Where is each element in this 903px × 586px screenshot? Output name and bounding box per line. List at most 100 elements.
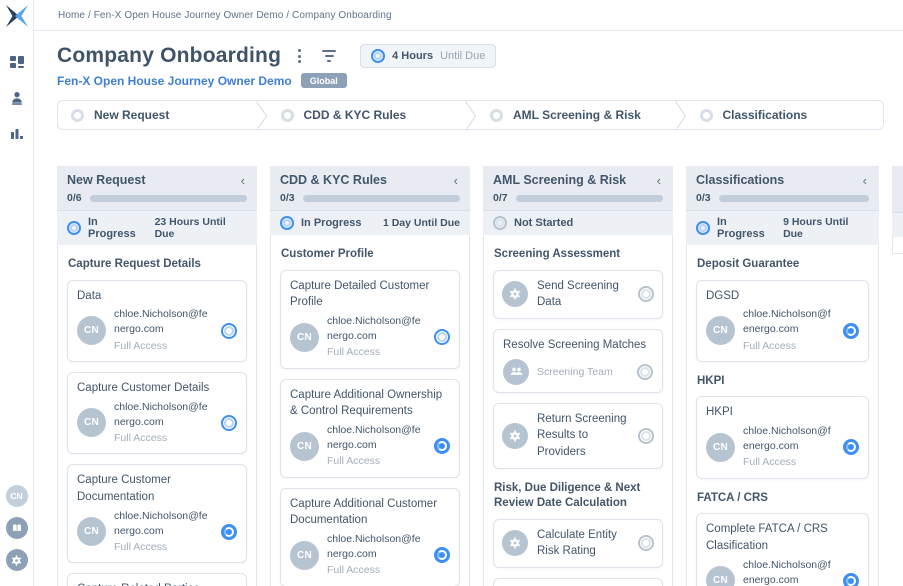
column-body: Customer Profile Capture Detailed Custome… — [270, 235, 470, 586]
user-icon[interactable] — [9, 90, 25, 106]
status-label: Not Started — [514, 217, 573, 229]
system-task-card[interactable]: Calculate Entity Risk Rating — [493, 519, 663, 568]
team-icon — [503, 359, 529, 385]
in-progress-icon[interactable] — [280, 216, 294, 230]
fenx-logo-icon[interactable] — [4, 4, 30, 28]
assignee-avatar: CN — [77, 408, 106, 437]
collapse-column-button[interactable]: ‹ — [452, 174, 460, 187]
access-level: Full Access — [114, 339, 213, 354]
section-label: Customer Profile — [281, 247, 459, 263]
journey-link[interactable]: Fen-X Open House Journey Owner Demo — [57, 74, 292, 88]
task-status-icon[interactable] — [638, 428, 654, 444]
in-progress-icon[interactable] — [67, 221, 81, 235]
task-card[interactable]: Complete FATCA / CRS ClasificationCNchlo… — [696, 513, 869, 586]
stepper-step-aml-screening-risk[interactable]: AML Screening & Risk — [477, 101, 674, 129]
breadcrumb[interactable]: Home / Fen-X Open House Journey Owner De… — [58, 10, 392, 21]
system-task-card[interactable]: Return Screening Results to Providers — [493, 403, 663, 469]
access-level: Full Access — [114, 431, 213, 446]
settings-gear-icon[interactable] — [6, 549, 28, 571]
task-card[interactable]: DataCNchloe.Nicholson@fenergo.comFull Ac… — [67, 280, 247, 362]
column-classifications: Classifications‹0/3In Progress9 Hours Un… — [686, 166, 879, 586]
stepper-step-new-request[interactable]: New Request — [58, 101, 255, 129]
access-level: Full Access — [327, 345, 426, 360]
task-status-icon[interactable] — [843, 573, 859, 586]
dashboard-icon[interactable] — [9, 54, 25, 70]
column-body — [892, 237, 903, 254]
assignee-email: chloe.Nicholson@fenergo.com — [743, 424, 835, 454]
task-status-icon[interactable] — [637, 364, 653, 380]
assignee-avatar: CN — [77, 316, 106, 345]
system-task-card[interactable]: Send Screening Data — [493, 270, 663, 319]
section-label: FATCA / CRS — [697, 491, 868, 507]
collapse-column-button[interactable]: ‹ — [861, 174, 869, 187]
assignee-avatar: CN — [706, 316, 735, 345]
collapse-column-button[interactable]: ‹ — [655, 174, 663, 187]
assignee-avatar: CN — [290, 541, 319, 570]
task-card[interactable]: Capture Related PartiesCNchloe.Nicholson… — [67, 573, 247, 586]
column-status-row: In Progress 23 Hours Until Due — [57, 210, 257, 245]
task-card[interactable]: HKPICNchloe.Nicholson@fenergo.comFull Ac… — [696, 396, 869, 478]
column-partial — [892, 166, 903, 254]
column-aml-screening-risk: AML Screening & Risk‹0/7Not StartedScree… — [483, 166, 673, 586]
more-options-icon[interactable] — [295, 46, 304, 66]
task-status-icon[interactable] — [221, 415, 237, 431]
due-countdown: 9 Hours Until Due — [783, 216, 869, 240]
column-status-row: Not Started — [483, 210, 673, 235]
user-avatar[interactable]: CN — [6, 485, 28, 507]
not-started-icon[interactable] — [493, 216, 507, 230]
chevron-separator-icon — [255, 101, 268, 129]
assignee-email: chloe.Nicholson@fenergo.com — [114, 400, 213, 430]
task-title: HKPI — [706, 404, 859, 421]
system-task-card[interactable]: Calculate Due Diligence — [493, 578, 663, 586]
task-card[interactable]: DGSDCNchloe.Nicholson@fenergo.comFull Ac… — [696, 280, 869, 362]
task-status-icon[interactable] — [221, 524, 237, 540]
task-status-icon[interactable] — [434, 438, 450, 454]
column-cdd-kyc-rules: CDD & KYC Rules‹0/3In Progress1 Day Unti… — [270, 166, 470, 586]
due-countdown: 23 Hours Until Due — [155, 216, 247, 240]
status-label: In Progress — [88, 216, 148, 240]
task-status-icon[interactable] — [434, 329, 450, 345]
gear-icon — [502, 530, 528, 556]
bar-chart-icon[interactable] — [9, 126, 25, 142]
in-progress-icon — [371, 49, 385, 63]
step-label: CDD & KYC Rules — [304, 108, 407, 122]
task-card[interactable]: Capture Customer DetailsCNchloe.Nicholso… — [67, 372, 247, 454]
progress-bar — [90, 195, 247, 202]
stage-board: New Request‹0/6In Progress23 Hours Until… — [34, 130, 903, 586]
gear-icon — [502, 423, 528, 449]
section-label: Screening Assessment — [494, 247, 662, 263]
status-label: In Progress — [301, 217, 362, 229]
task-title: Capture Detailed Customer Profile — [290, 278, 450, 311]
task-card[interactable]: Capture Detailed Customer ProfileCNchloe… — [280, 270, 460, 369]
task-status-icon[interactable] — [843, 323, 859, 339]
task-status-icon[interactable] — [638, 535, 654, 551]
stepper-step-classifications[interactable]: Classifications — [687, 101, 884, 129]
progress-bar — [719, 195, 869, 202]
in-progress-icon[interactable] — [696, 221, 710, 235]
assignee-email: chloe.Nicholson@fenergo.com — [327, 423, 426, 453]
team-task-card[interactable]: Resolve Screening MatchesScreening Team — [493, 329, 663, 393]
task-title: Complete FATCA / CRS Clasification — [706, 521, 859, 554]
progress-count: 0/3 — [696, 192, 711, 204]
access-level: Full Access — [327, 454, 426, 469]
task-status-icon[interactable] — [434, 547, 450, 563]
task-card[interactable]: Capture Additional Customer Documentatio… — [280, 488, 460, 586]
column-status-row — [892, 212, 903, 237]
filter-icon[interactable] — [320, 48, 338, 64]
task-title: Capture Customer Documentation — [77, 472, 237, 505]
assignee-avatar: CN — [706, 433, 735, 462]
stepper-step-cdd-kyc-rules[interactable]: CDD & KYC Rules — [268, 101, 465, 129]
assignee-email: chloe.Nicholson@fenergo.com — [114, 307, 213, 337]
knowledge-book-icon[interactable] — [6, 517, 28, 539]
collapse-column-button[interactable]: ‹ — [239, 174, 247, 187]
gear-icon — [502, 281, 528, 307]
assignee-email: chloe.Nicholson@fenergo.com — [327, 532, 426, 562]
task-status-icon[interactable] — [221, 323, 237, 339]
task-card[interactable]: Capture Additional Ownership & Control R… — [280, 379, 460, 478]
task-status-icon[interactable] — [638, 286, 654, 302]
section-label: Risk, Due Diligence & Next Review Date C… — [494, 481, 662, 512]
assignee-avatar: CN — [77, 517, 106, 546]
due-countdown: 1 Day Until Due — [383, 217, 460, 229]
task-status-icon[interactable] — [843, 439, 859, 455]
task-card[interactable]: Capture Customer DocumentationCNchloe.Ni… — [67, 464, 247, 563]
